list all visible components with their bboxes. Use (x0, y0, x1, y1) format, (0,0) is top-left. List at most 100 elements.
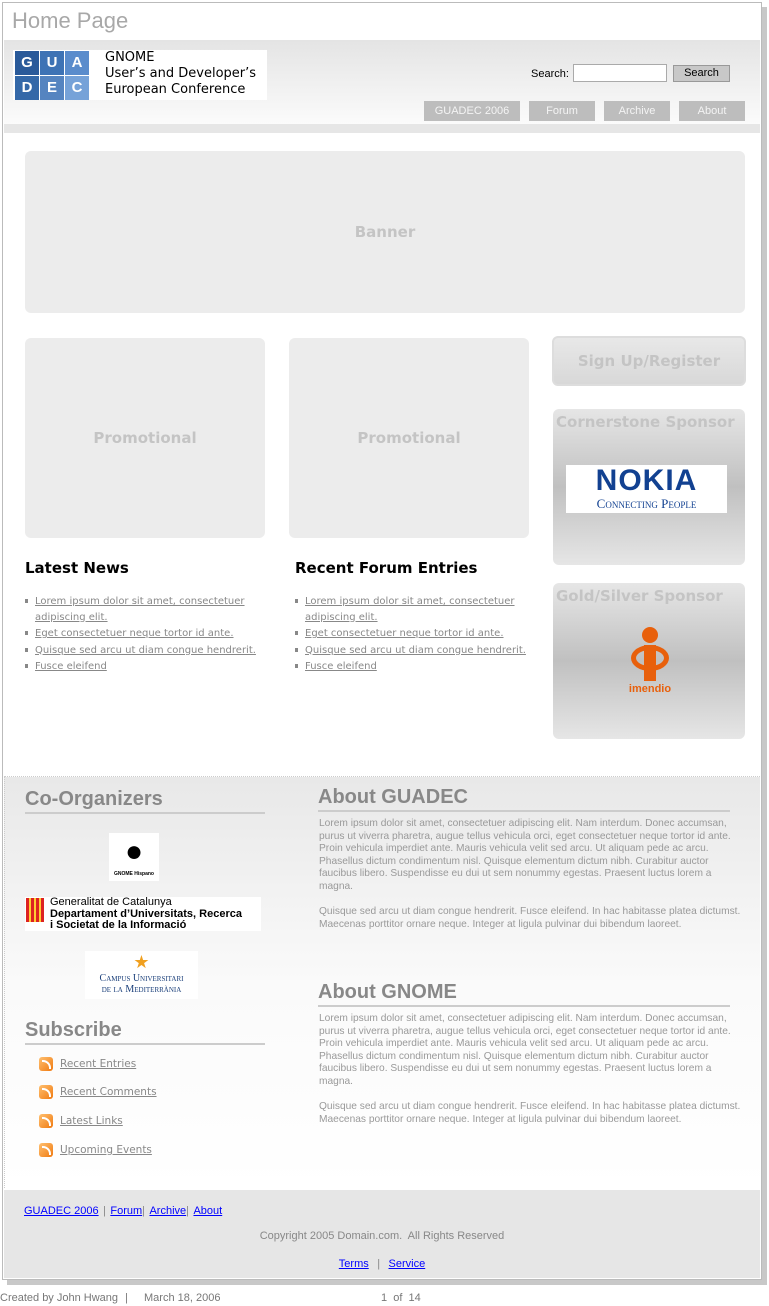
forum-link[interactable]: Eget consectetuer neque tortor id ante. (305, 628, 504, 639)
generalitat-line: i Societat de la Informació (50, 919, 187, 931)
latest-news-title: Latest News (25, 559, 129, 577)
nokia-logo-text: NOKIA (595, 464, 698, 497)
rss-icon (39, 1057, 53, 1071)
generalitat-logo[interactable]: Generalitat de Catalunya Departament d’U… (25, 896, 261, 931)
forum-link[interactable]: Quisque sed arcu ut diam congue hendreri… (305, 645, 526, 656)
subscribe-title: Subscribe (25, 1019, 265, 1045)
created-by: Created by John Hwang (0, 1292, 119, 1304)
subscribe-latest-links[interactable]: Latest Links (39, 1114, 123, 1128)
separator: | (186, 1205, 189, 1217)
footer-link-forum[interactable]: Forum (110, 1205, 142, 1217)
imendio-logo-text: imendio (628, 683, 672, 695)
promo-2[interactable]: Promotional (289, 338, 529, 538)
forum-link[interactable]: Lorem ipsum dolor sit amet, consectetuer… (305, 596, 515, 623)
forum-link[interactable]: Fusce eleifend (305, 661, 377, 672)
footer-link-guadec[interactable]: GUADEC 2006 (24, 1205, 99, 1217)
logo-tile: C (65, 76, 89, 100)
rss-icon (39, 1143, 53, 1157)
page-number: 1 of 14 (381, 1292, 421, 1304)
list-item: Quisque sed arcu ut diam congue hendreri… (25, 643, 265, 659)
gnome-foot-icon: ● (124, 835, 144, 868)
news-link[interactable]: Lorem ipsum dolor sit amet, consectetuer… (35, 596, 245, 623)
page-title: Home Page (12, 8, 129, 33)
banner[interactable]: Banner (25, 151, 745, 313)
nav-guadec-2006[interactable]: GUADEC 2006 (424, 101, 520, 121)
nokia-logo[interactable]: NOKIA Connecting People (566, 465, 727, 513)
generalitat-line: Generalitat de Catalunya (50, 896, 172, 908)
campus-mediterrania-logo[interactable]: ★ Campus Universitari de la Mediterrània (85, 951, 198, 999)
list-item: Fusce eleifend (295, 659, 535, 675)
about-guadec-text: Lorem ipsum dolor sit amet, consectetuer… (319, 818, 731, 892)
footer: GUADEC 2006 | Forum| Archive| About Copy… (4, 1190, 760, 1278)
logo-line: European Conference (105, 82, 246, 97)
list-item: Eget consectetuer neque tortor id ante. (25, 626, 265, 642)
about-gnome-text: Lorem ipsum dolor sit amet, consectetuer… (319, 1013, 731, 1087)
copyright: Copyright 2005 Domain.com. All Rights Re… (259, 1230, 505, 1242)
coorganizers-title: Co-Organizers (25, 788, 265, 814)
gold-silver-sponsor-label: Gold/Silver Sponsor (556, 587, 723, 605)
gold-silver-sponsor: Gold/Silver Sponsor imendio (553, 583, 745, 739)
cornerstone-sponsor-label: Cornerstone Sponsor (556, 413, 735, 431)
forum-entries-list: Lorem ipsum dolor sit amet, consectetuer… (295, 594, 535, 676)
subscribe-link[interactable]: Upcoming Events (60, 1144, 152, 1156)
separator: | (125, 1292, 128, 1304)
subscribe-recent-entries[interactable]: Recent Entries (39, 1057, 136, 1071)
about-guadec-title: About GUADEC (318, 786, 730, 812)
news-link[interactable]: Eget consectetuer neque tortor id ante. (35, 628, 234, 639)
catalan-flag-icon (26, 898, 44, 922)
separator: | (103, 1205, 106, 1217)
about-gnome-title: About GNOME (318, 981, 730, 1007)
nav-forum[interactable]: Forum (529, 101, 595, 121)
header-divider (4, 124, 760, 133)
search-label: Search: (531, 68, 569, 80)
gnome-hispano-logo[interactable]: ● GNOME Hispano (109, 833, 159, 881)
logo-text: GNOME User’s and Developer’s European Co… (105, 50, 256, 98)
guadec-logo[interactable]: G U A D E C GNOME User’s and Developer’s… (13, 50, 267, 100)
search-button[interactable]: Search (673, 65, 730, 82)
document-date: March 18, 2006 (144, 1292, 221, 1304)
subscribe-link[interactable]: Latest Links (60, 1115, 123, 1127)
subscribe-link[interactable]: Recent Entries (60, 1058, 136, 1070)
terms-link[interactable]: Terms (339, 1258, 369, 1270)
rss-icon (39, 1085, 53, 1099)
promo-1[interactable]: Promotional (25, 338, 265, 538)
logo-tile: E (40, 76, 64, 100)
separator: | (377, 1258, 381, 1270)
logo-line: User’s and Developer’s (105, 66, 257, 81)
nav-about[interactable]: About (679, 101, 745, 121)
latest-news-list: Lorem ipsum dolor sit amet, consectetuer… (25, 594, 265, 676)
campus-line: de la Mediterrània (101, 984, 182, 995)
signup-register-button[interactable]: Sign Up/Register (552, 336, 746, 386)
about-guadec-text-2: Quisque sed arcu ut diam congue hendreri… (319, 906, 741, 930)
subscribe-link[interactable]: Recent Comments (60, 1086, 157, 1098)
cornerstone-sponsor: Cornerstone Sponsor NOKIA Connecting Peo… (553, 409, 745, 565)
star-icon: ★ (133, 952, 150, 972)
subscribe-upcoming-events[interactable]: Upcoming Events (39, 1143, 152, 1157)
logo-tile: A (65, 51, 89, 75)
rss-icon (39, 1114, 53, 1128)
nokia-tagline: Connecting People (596, 496, 697, 511)
logo-tile: U (40, 51, 64, 75)
logo-tile: G (15, 51, 39, 75)
news-link[interactable]: Quisque sed arcu ut diam congue hendreri… (35, 645, 256, 656)
footer-link-archive[interactable]: Archive (149, 1205, 186, 1217)
service-link[interactable]: Service (389, 1258, 426, 1270)
list-item: Lorem ipsum dolor sit amet, consectetuer… (295, 594, 535, 625)
list-item: Quisque sed arcu ut diam congue hendreri… (295, 643, 535, 659)
subscribe-recent-comments[interactable]: Recent Comments (39, 1085, 157, 1099)
search-input[interactable] (573, 64, 667, 82)
list-item: Fusce eleifend (25, 659, 265, 675)
logo-line: GNOME (105, 50, 155, 65)
footer-link-about[interactable]: About (193, 1205, 222, 1217)
list-item: Eget consectetuer neque tortor id ante. (295, 626, 535, 642)
nav-archive[interactable]: Archive (604, 101, 670, 121)
news-link[interactable]: Fusce eleifend (35, 661, 107, 672)
forum-entries-title: Recent Forum Entries (295, 559, 478, 577)
imendio-logo[interactable]: imendio (627, 627, 673, 697)
list-item: Lorem ipsum dolor sit amet, consectetuer… (25, 594, 265, 625)
gnome-hispano-text: GNOME Hispano (113, 871, 154, 877)
footer-nav: GUADEC 2006 | Forum| Archive| About (24, 1201, 222, 1219)
about-gnome-text-2: Quisque sed arcu ut diam congue hendreri… (319, 1101, 741, 1125)
logo-tile: D (15, 76, 39, 100)
separator: | (142, 1205, 145, 1217)
